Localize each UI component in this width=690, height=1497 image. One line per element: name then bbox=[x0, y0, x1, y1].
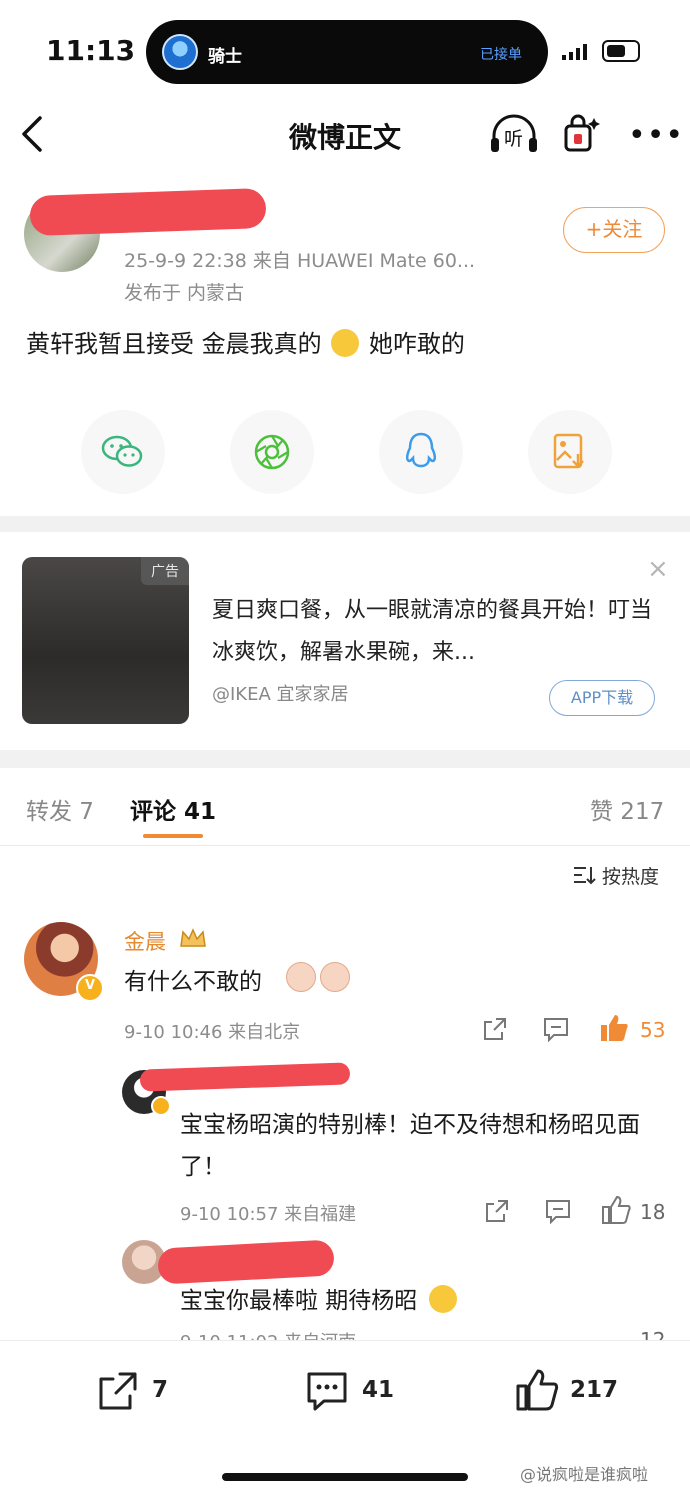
post-meta: 25-9-9 22:38 来自 HUAWEI Mate 60... bbox=[124, 250, 476, 272]
home-indicator[interactable] bbox=[222, 1473, 468, 1481]
repost-icon bbox=[99, 1372, 137, 1410]
rider-app-icon bbox=[162, 34, 198, 70]
reply-text-content: 宝宝你最棒啦 期待杨昭 bbox=[180, 1288, 418, 1314]
bottom-like-button[interactable]: 217 bbox=[514, 1367, 634, 1415]
tab-repost[interactable]: 转发 7 bbox=[26, 792, 94, 826]
ad-text[interactable]: 夏日爽口餐，从一眼就清凉的餐具开始！叮当冰爽饮，解暑水果碗，来... bbox=[212, 590, 652, 674]
post-text-part1: 黄轩我暂且接受 金晨我真的 bbox=[26, 330, 322, 358]
like-count: 18 bbox=[640, 1200, 666, 1224]
follow-button[interactable]: +关注 bbox=[563, 207, 665, 253]
reply-text: 宝宝你最棒啦 期待杨昭 bbox=[180, 1280, 660, 1322]
sort-label: 按热度 bbox=[602, 866, 660, 888]
section-divider bbox=[0, 516, 690, 532]
dizzy-emoji-icon bbox=[331, 329, 360, 357]
bottom-comment-button[interactable]: 41 bbox=[304, 1369, 414, 1413]
redaction-mark bbox=[29, 187, 267, 237]
tab-likes[interactable]: 赞 217 bbox=[590, 792, 664, 826]
post-text-part2: 她咋敢的 bbox=[368, 330, 465, 358]
section-divider bbox=[0, 750, 690, 768]
ad-brand[interactable]: @IKEA 宜家家居 bbox=[212, 680, 349, 706]
like-icon bbox=[516, 1369, 559, 1411]
save-image-icon bbox=[553, 433, 584, 469]
crown-badge-icon bbox=[180, 928, 206, 947]
battery-icon bbox=[602, 40, 640, 62]
app-download-button[interactable]: APP下载 bbox=[549, 680, 655, 716]
island-app-name: 骑士 bbox=[208, 47, 242, 67]
watermark: @说疯啦是谁疯啦 bbox=[520, 1465, 649, 1484]
share-wechat-button[interactable] bbox=[81, 410, 165, 494]
share-qq-button[interactable] bbox=[379, 410, 463, 494]
repost-icon[interactable] bbox=[484, 1198, 510, 1224]
listen-label: 听 bbox=[504, 128, 524, 150]
reply-meta: 9-10 10:57 来自福建 bbox=[180, 1204, 357, 1225]
repost-icon[interactable] bbox=[482, 1016, 508, 1042]
verified-badge-icon bbox=[151, 1096, 171, 1116]
like-icon[interactable] bbox=[600, 1194, 632, 1226]
dynamic-island[interactable]: 骑士 已接单 bbox=[146, 20, 548, 84]
bottom-like-count: 217 bbox=[570, 1377, 619, 1403]
status-time: 11:13 bbox=[46, 34, 136, 67]
bottom-action-bar: 7 41 217 @说疯啦是谁疯啦 bbox=[0, 1340, 690, 1497]
comment-meta: 9-10 10:46 来自北京 bbox=[124, 1022, 301, 1043]
comment-icon[interactable] bbox=[542, 1016, 570, 1042]
red-packet-icon[interactable] bbox=[562, 114, 602, 154]
save-image-button[interactable] bbox=[528, 410, 612, 494]
post-location: 发布于 内蒙古 bbox=[124, 282, 245, 304]
reply-text: 宝宝杨昭演的特别棒！迫不及待想和杨昭见面了！ bbox=[180, 1112, 640, 1180]
like-count: 53 bbox=[640, 1018, 666, 1042]
listen-button[interactable]: 听 bbox=[488, 112, 540, 156]
qq-icon bbox=[405, 432, 437, 468]
comment-icon bbox=[307, 1372, 347, 1411]
post-body: 黄轩我暂且接受 金晨我真的 她咋敢的 bbox=[26, 324, 465, 359]
share-moments-button[interactable] bbox=[230, 410, 314, 494]
emoji-icon bbox=[286, 962, 316, 992]
moments-icon bbox=[254, 434, 290, 470]
island-order-status: 已接单 bbox=[480, 47, 522, 63]
signal-icon bbox=[562, 44, 587, 60]
tab-comments[interactable]: 评论 41 bbox=[130, 792, 216, 826]
commenter-name[interactable]: 金晨 bbox=[124, 926, 166, 956]
more-options-icon[interactable]: ••• bbox=[628, 118, 684, 153]
redaction-mark bbox=[157, 1239, 335, 1285]
wechat-icon bbox=[101, 435, 143, 467]
ad-close-icon[interactable]: × bbox=[647, 554, 669, 584]
bottom-repost-button[interactable]: 7 bbox=[96, 1369, 186, 1413]
redaction-mark bbox=[139, 1062, 351, 1092]
sort-icon bbox=[574, 867, 596, 885]
verified-badge-icon: V bbox=[76, 974, 104, 1002]
comment-text: 有什么不敢的 bbox=[124, 969, 262, 995]
bottom-repost-count: 7 bbox=[152, 1377, 169, 1403]
comment-icon[interactable] bbox=[544, 1198, 572, 1224]
ad-image[interactable]: 广告 bbox=[22, 557, 189, 724]
ad-tag: 广告 bbox=[141, 557, 189, 585]
like-icon-active[interactable] bbox=[598, 1012, 630, 1044]
tabs-divider bbox=[0, 845, 690, 846]
emoji-icon bbox=[320, 962, 350, 992]
active-tab-indicator bbox=[143, 834, 203, 838]
excited-emoji-icon bbox=[428, 1285, 457, 1313]
bottom-comment-count: 41 bbox=[362, 1377, 395, 1403]
